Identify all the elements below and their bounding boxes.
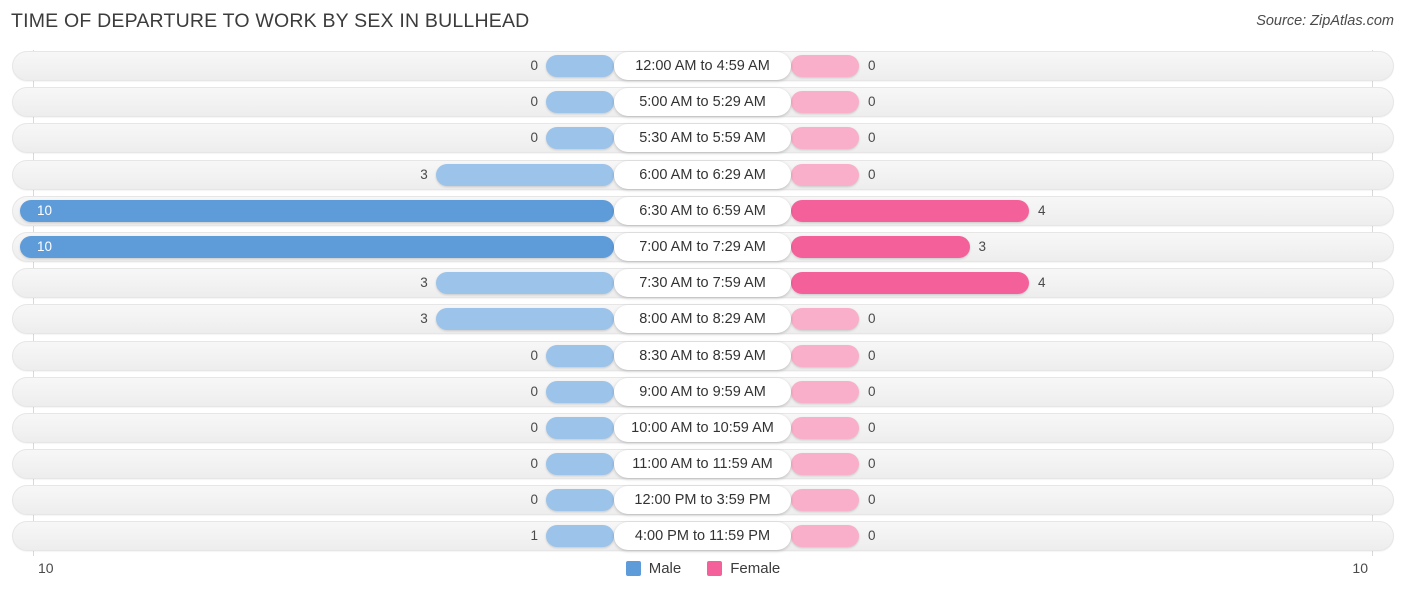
value-label-male: 1	[530, 528, 538, 544]
value-label-female: 0	[868, 58, 876, 73]
value-label-female: 0	[868, 94, 876, 110]
chart-row: 0 9:00 AM to 9:59 AM 0	[0, 374, 1406, 410]
bar-male[interactable]	[435, 163, 614, 186]
bar-female[interactable]	[791, 163, 859, 186]
category-label: 10:00 AM to 10:59 AM	[614, 413, 791, 442]
chart-row: 3 8:00 AM to 8:29 AM 0	[0, 301, 1406, 337]
category-label: 6:00 AM to 6:29 AM	[614, 160, 791, 189]
chart-row: 0 8:30 AM to 8:59 AM 0	[0, 338, 1406, 374]
page-title: TIME OF DEPARTURE TO WORK BY SEX IN BULL…	[11, 10, 530, 32]
legend-swatch-male-icon	[625, 561, 641, 576]
bar-male[interactable]	[546, 380, 614, 403]
chart-legend: Male Female	[0, 560, 1406, 577]
value-label-female: 0	[868, 130, 876, 146]
chart-row: 0 5:00 AM to 5:29 AM 0	[0, 84, 1406, 120]
bar-male[interactable]	[546, 91, 614, 114]
value-label-male: 0	[530, 347, 538, 363]
legend-label-male: Male	[648, 560, 682, 577]
value-label-male: 0	[530, 383, 538, 399]
category-label: 11:00 AM to 11:59 AM	[614, 450, 791, 479]
bar-male[interactable]	[546, 127, 614, 150]
chart-row: 0 11:00 AM to 11:59 AM 0	[0, 446, 1406, 482]
bar-male[interactable]	[546, 525, 614, 548]
value-label-female: 0	[868, 311, 876, 327]
chart-page: TIME OF DEPARTURE TO WORK BY SEX IN BULL…	[0, 0, 1406, 595]
value-label-female: 0	[868, 456, 876, 472]
bar-female[interactable]	[791, 416, 859, 439]
category-label: 5:00 AM to 5:29 AM	[614, 88, 791, 117]
bar-female[interactable]	[791, 380, 859, 403]
bar-male[interactable]	[546, 489, 614, 512]
chart-row: 0 12:00 PM to 3:59 PM 0	[0, 482, 1406, 518]
chart-row: 10 6:30 AM to 6:59 AM 4	[0, 193, 1406, 229]
category-label: 6:30 AM to 6:59 AM	[614, 196, 791, 225]
value-label-female: 0	[868, 419, 876, 435]
chart-row: 1 4:00 PM to 11:59 PM 0	[0, 518, 1406, 554]
bar-female[interactable]	[791, 91, 859, 114]
bar-female[interactable]	[791, 127, 859, 150]
value-label-female: 4	[1038, 275, 1046, 291]
value-label-male: 3	[420, 275, 428, 291]
value-label-female: 0	[868, 528, 876, 544]
category-label: 7:00 AM to 7:29 AM	[614, 232, 791, 261]
legend-swatch-female-icon	[707, 561, 723, 576]
page-header: TIME OF DEPARTURE TO WORK BY SEX IN BULL…	[0, 0, 1406, 44]
bar-male[interactable]	[20, 235, 614, 258]
legend-item-male[interactable]: Male	[625, 560, 682, 577]
bar-female[interactable]	[791, 344, 859, 367]
chart-row: 10 7:00 AM to 7:29 AM 3	[0, 229, 1406, 265]
value-label-male: 0	[530, 492, 538, 508]
diverging-bar-chart: 0 12:00 AM to 4:59 AM 0 0 5:00 AM to 5:29 AM…	[0, 48, 1406, 556]
bar-male[interactable]	[20, 199, 614, 222]
chart-row: 3 7:30 AM to 7:59 AM 4	[0, 265, 1406, 301]
category-label: 9:00 AM to 9:59 AM	[614, 377, 791, 406]
category-label: 5:30 AM to 5:59 AM	[614, 124, 791, 153]
chart-row: 0 10:00 AM to 10:59 AM 0	[0, 410, 1406, 446]
bar-female[interactable]	[791, 272, 1029, 295]
value-label-male: 10	[37, 238, 53, 254]
bar-male[interactable]	[546, 453, 614, 476]
bar-male[interactable]	[546, 55, 614, 77]
value-label-male: 10	[37, 202, 53, 218]
bar-female[interactable]	[791, 55, 859, 77]
category-label: 8:30 AM to 8:59 AM	[614, 341, 791, 370]
value-label-female: 0	[868, 166, 876, 182]
bar-female[interactable]	[791, 308, 859, 331]
value-label-female: 4	[1038, 202, 1046, 218]
value-label-male: 0	[530, 456, 538, 472]
chart-row: 3 6:00 AM to 6:29 AM 0	[0, 157, 1406, 193]
legend-item-female[interactable]: Female	[707, 560, 780, 577]
value-label-male: 0	[530, 419, 538, 435]
value-label-male: 3	[420, 166, 428, 182]
value-label-male: 0	[530, 130, 538, 146]
value-label-male: 0	[530, 94, 538, 110]
category-label: 12:00 AM to 4:59 AM	[614, 52, 791, 80]
category-label: 4:00 PM to 11:59 PM	[614, 522, 791, 551]
value-label-male: 0	[530, 58, 538, 73]
value-label-female: 0	[868, 492, 876, 508]
bar-male[interactable]	[546, 416, 614, 439]
value-label-female: 3	[978, 238, 987, 254]
bar-male[interactable]	[546, 344, 614, 367]
bar-female[interactable]	[791, 489, 859, 512]
category-label: 7:30 AM to 7:59 AM	[614, 269, 791, 298]
value-label-female: 0	[868, 347, 876, 363]
bar-female[interactable]	[791, 525, 859, 548]
bar-male[interactable]	[435, 308, 614, 331]
bar-female[interactable]	[791, 453, 859, 476]
category-label: 12:00 PM to 3:59 PM	[614, 486, 791, 515]
category-label: 8:00 AM to 8:29 AM	[614, 305, 791, 334]
bar-female[interactable]	[791, 199, 1029, 222]
value-label-female: 0	[868, 383, 876, 399]
chart-row: 0 12:00 AM to 4:59 AM 0	[0, 48, 1406, 84]
source-attribution: Source: ZipAtlas.com	[1256, 13, 1394, 29]
chart-footer: 10 10 Male Female	[0, 556, 1406, 595]
chart-rows: 0 12:00 AM to 4:59 AM 0 0 5:00 AM to 5:29 AM…	[0, 48, 1406, 555]
bar-male[interactable]	[435, 272, 614, 295]
legend-label-female: Female	[730, 560, 781, 577]
value-label-male: 3	[420, 311, 428, 327]
bar-female[interactable]	[791, 235, 970, 258]
chart-row: 0 5:30 AM to 5:59 AM 0	[0, 120, 1406, 156]
